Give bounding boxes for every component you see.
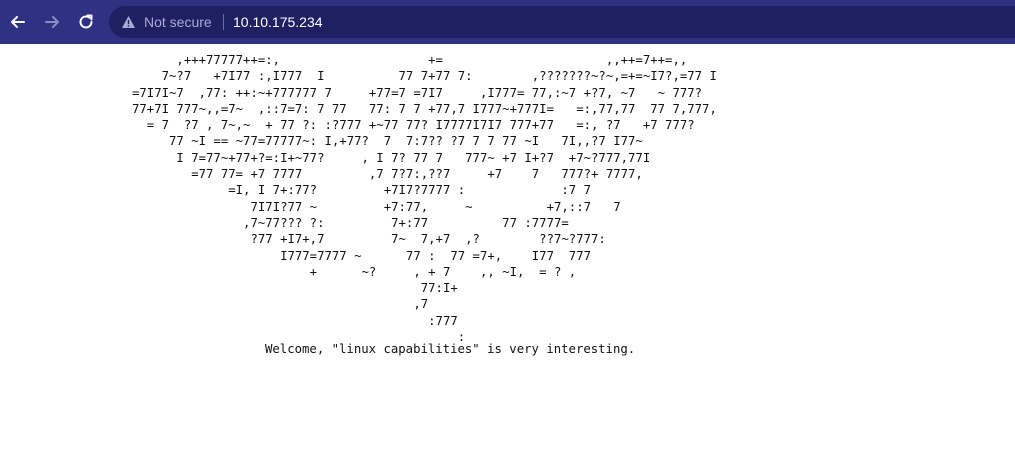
- address-bar[interactable]: Not secure 10.10.175.234: [109, 6, 1015, 38]
- ascii-art: ,+++77777++=:, += ,,++=7++=,, 7~?7 +7I77…: [132, 53, 717, 345]
- back-button[interactable]: [4, 8, 32, 36]
- reload-button[interactable]: [72, 8, 100, 36]
- browser-toolbar: Not secure 10.10.175.234: [0, 0, 1015, 44]
- arrow-left-icon: [9, 13, 27, 31]
- welcome-message: Welcome, "linux capabilities" is very in…: [265, 342, 636, 356]
- forward-button[interactable]: [38, 8, 66, 36]
- warning-triangle-icon[interactable]: [121, 15, 136, 34]
- reload-icon: [77, 13, 95, 31]
- arrow-right-icon: [43, 13, 61, 31]
- page-content: ,+++77777++=:, += ,,++=7++=,, 7~?7 +7I77…: [0, 44, 1015, 463]
- address-bar-divider: [223, 14, 224, 30]
- url-text[interactable]: 10.10.175.234: [233, 14, 323, 30]
- not-secure-label[interactable]: Not secure: [144, 14, 212, 30]
